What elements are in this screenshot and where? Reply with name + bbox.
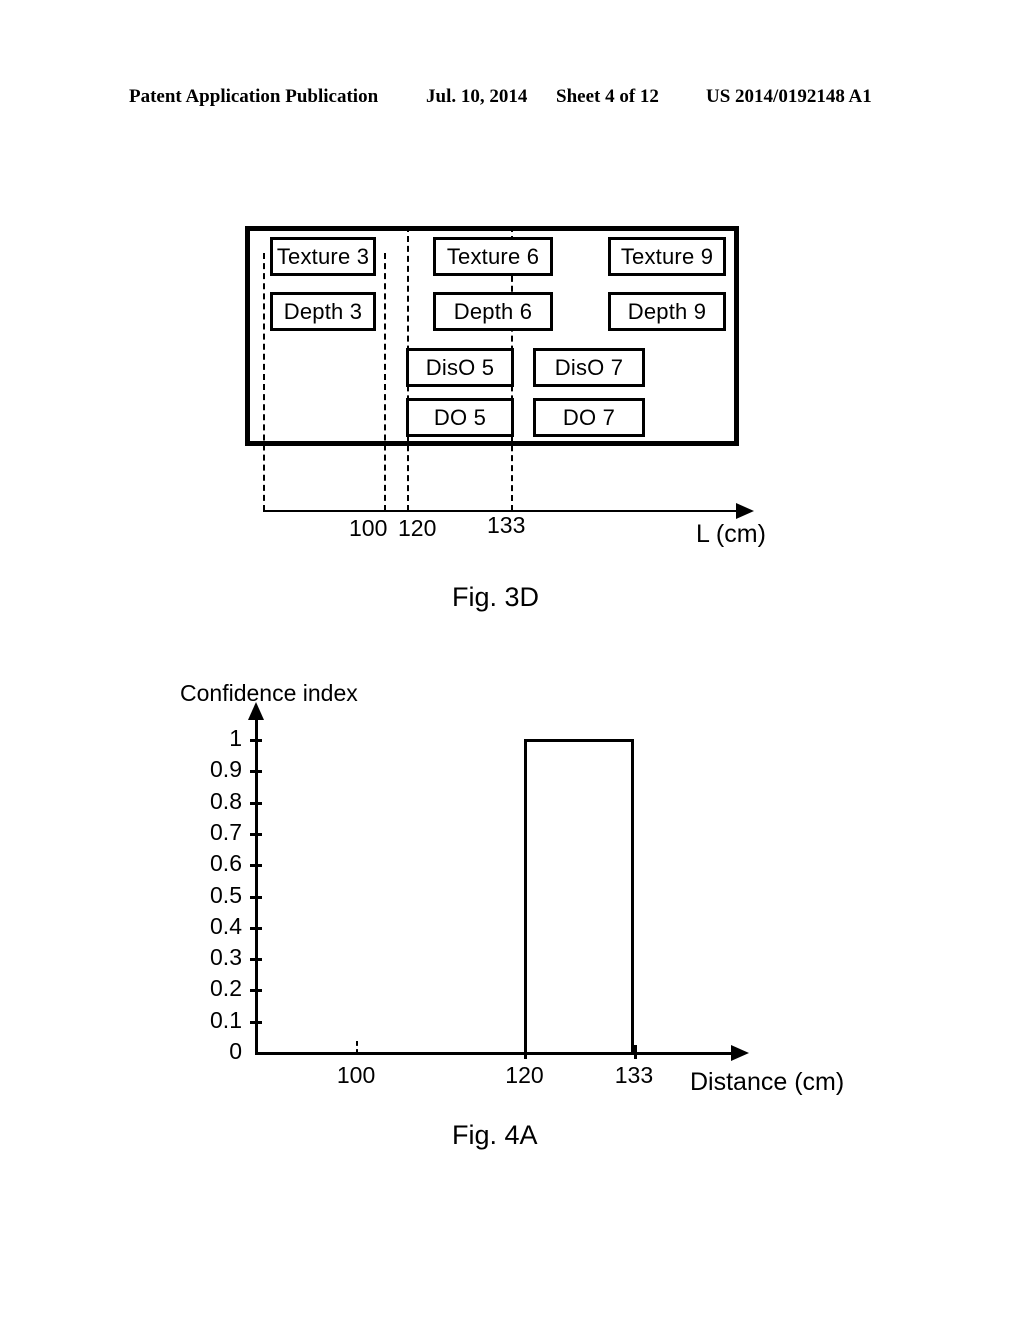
chart-y-tick-label: 0.9 — [210, 756, 242, 783]
chart-y-tick-label: 0.1 — [210, 1006, 242, 1033]
chart-x-tick-label: 100 — [336, 1062, 376, 1088]
fig3d-box-texture-3: Texture 3 — [270, 237, 376, 276]
fig3d-dashed-guideline-100 — [384, 253, 386, 511]
header-date-label: Jul. 10, 2014 — [426, 86, 528, 107]
header-patent-number: US 2014/0192148 A1 — [706, 86, 872, 107]
chart-y-tick — [250, 801, 262, 805]
chart-y-axis-line — [255, 716, 258, 1053]
fig3d-box-depth-9: Depth 9 — [608, 292, 726, 331]
chart-x-axis-line — [255, 1052, 735, 1055]
fig4a-caption: Fig. 4A — [452, 1120, 538, 1150]
chart-y-tick — [250, 739, 262, 742]
chart-x-tick — [356, 1041, 359, 1054]
chart-y-tick-label: 1 — [229, 725, 242, 751]
fig3d-box-depth-3: Depth 3 — [270, 292, 376, 331]
fig3d-dashed-guideline-start — [263, 253, 265, 511]
fig3d-box-texture-9: Texture 9 — [608, 237, 726, 276]
fig3d-axis-arrow-icon — [736, 503, 754, 519]
chart-bar-120-133 — [524, 739, 634, 1052]
fig3d-tick-label-100: 100 — [349, 515, 388, 541]
chart-y-axis-arrow-icon — [248, 702, 264, 720]
fig3d-tick-label-120: 120 — [398, 515, 437, 541]
page-header: Patent Application Publication Jul. 10, … — [0, 86, 1024, 114]
chart-y-tick — [250, 832, 262, 836]
chart-y-tick — [250, 1020, 262, 1024]
chart-y-tick-label: 0.2 — [210, 975, 242, 1002]
chart-x-tick — [633, 1045, 637, 1059]
chart-y-tick — [250, 926, 262, 930]
chart-y-tick — [250, 864, 262, 868]
fig3d-box-diso-7: DisO 7 — [533, 348, 645, 387]
chart-x-tick-label: 133 — [614, 1062, 654, 1088]
chart-y-tick-label: 0.8 — [210, 787, 242, 814]
header-publication-label: Patent Application Publication — [129, 86, 379, 107]
header-sheet-label: Sheet 4 of 12 — [556, 86, 659, 107]
chart-y-tick — [250, 989, 262, 993]
fig3d-box-texture-6: Texture 6 — [433, 237, 553, 276]
fig3d-caption: Fig. 3D — [452, 582, 540, 612]
chart-y-tick-label: 0.4 — [210, 912, 242, 939]
chart-y-tick-label: 0.6 — [210, 850, 242, 877]
chart-y-tick — [250, 895, 262, 899]
fig3d-box-do-7: DO 7 — [533, 398, 645, 437]
chart-y-tick-label: 0.5 — [210, 881, 242, 908]
chart-y-tick-label: 0.3 — [210, 944, 242, 971]
chart-y-tick-label: 0.7 — [210, 818, 242, 845]
chart-y-tick-label: 0 — [229, 1038, 242, 1064]
fig3d-box-depth-6: Depth 6 — [433, 292, 553, 331]
fig3d-axis-title: L (cm) — [696, 520, 766, 548]
fig3d-tick-label-133: 133 — [487, 512, 526, 538]
chart-y-tick — [250, 770, 262, 774]
chart-y-tick — [250, 958, 262, 962]
chart-x-axis-label: Distance (cm) — [690, 1068, 845, 1096]
fig3d-box-diso-5: DisO 5 — [406, 348, 514, 387]
chart-x-axis-arrow-icon — [731, 1045, 749, 1061]
fig3d-box-do-5: DO 5 — [406, 398, 514, 437]
chart-x-tick-label: 120 — [505, 1062, 544, 1088]
chart-y-axis-label: Confidence index — [180, 680, 358, 706]
